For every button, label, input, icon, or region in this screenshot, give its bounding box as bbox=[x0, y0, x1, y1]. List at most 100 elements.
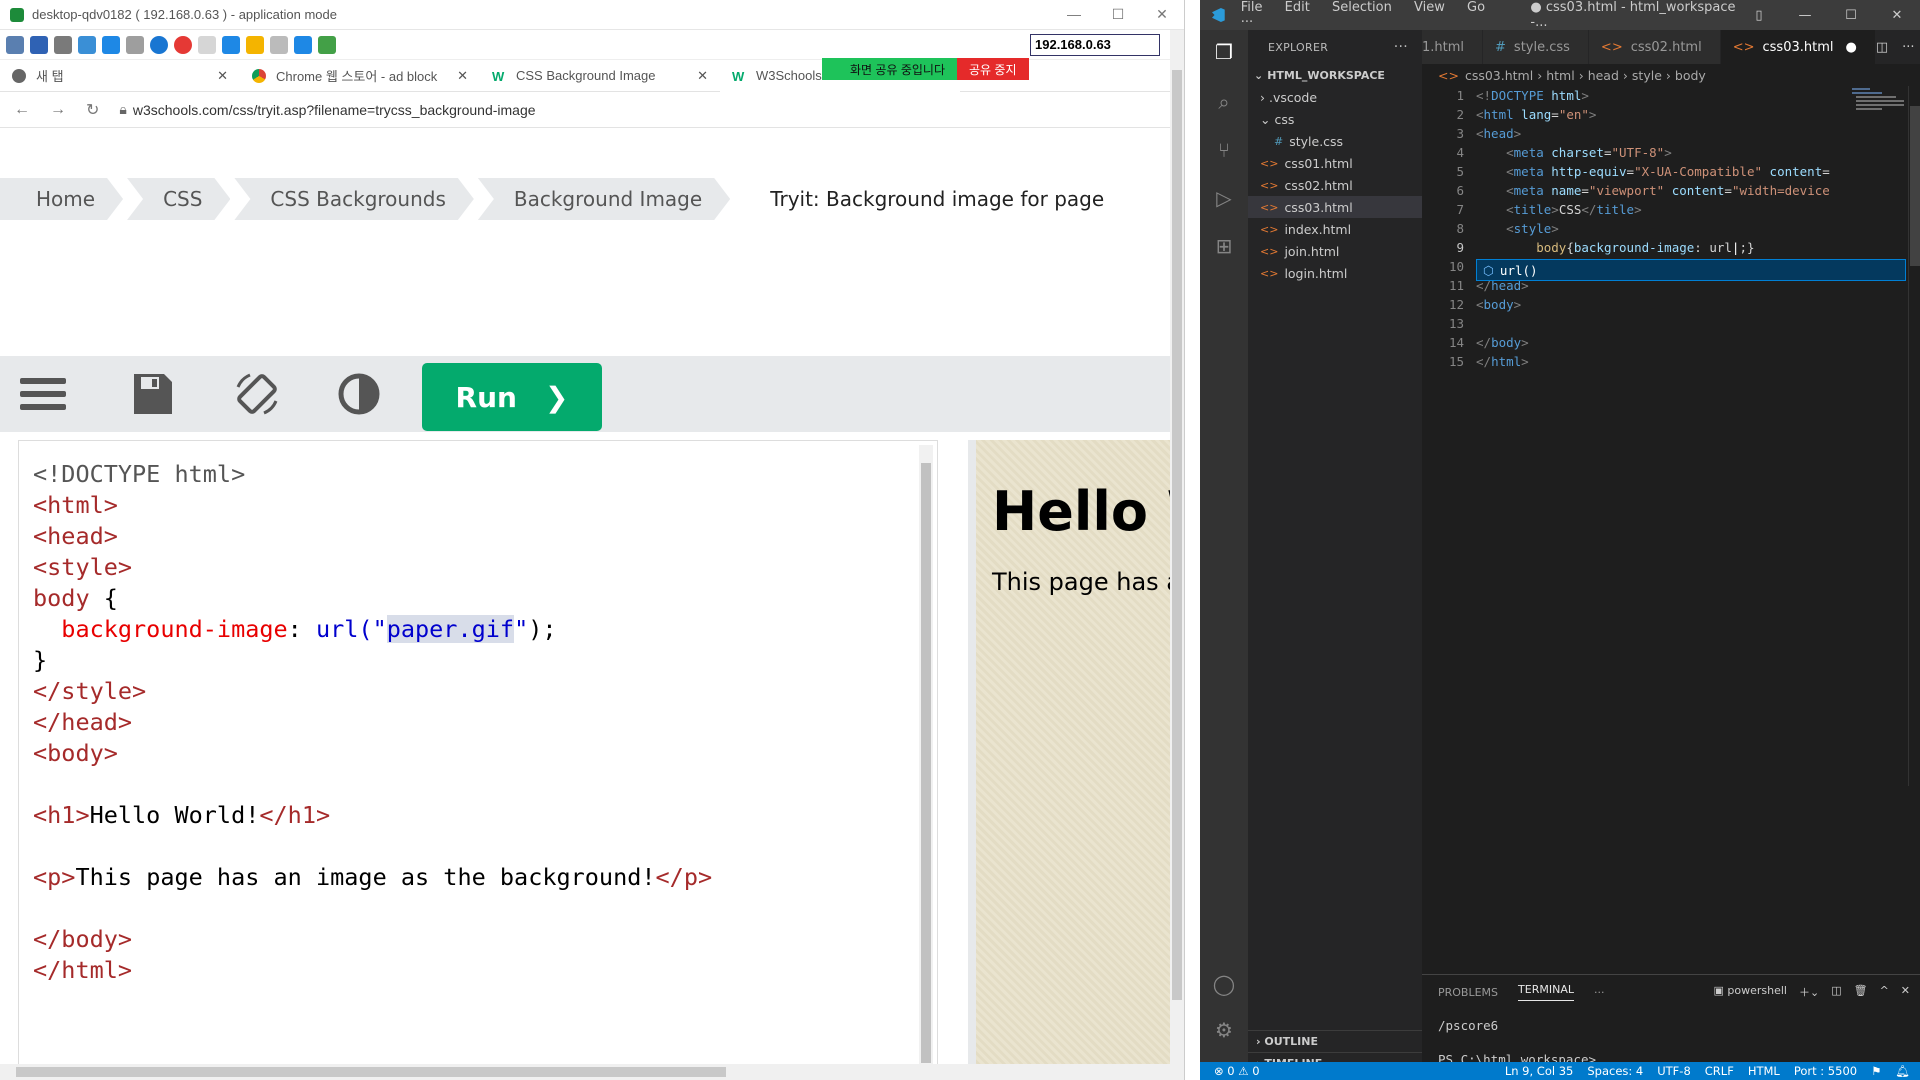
more-icon[interactable]: ··· bbox=[1394, 39, 1408, 55]
tab-terminal[interactable]: TERMINAL bbox=[1518, 983, 1574, 1001]
layout-icon[interactable]: ▯ bbox=[1736, 8, 1782, 23]
tab-css03[interactable]: <> css03.html ● bbox=[1720, 30, 1876, 64]
split-terminal-icon[interactable]: ◫ bbox=[1831, 984, 1841, 1000]
crumb-css-backgrounds[interactable]: CSS Backgrounds bbox=[234, 178, 473, 220]
settings-icon[interactable] bbox=[6, 35, 24, 54]
trash-icon[interactable]: 🗑︎ bbox=[1854, 984, 1868, 1000]
close-icon[interactable]: ✕ bbox=[1901, 984, 1910, 1000]
theme-toggle-icon[interactable] bbox=[336, 372, 382, 416]
tree-item-css03-html[interactable]: <> css03.html bbox=[1248, 196, 1422, 218]
terminal-icon[interactable] bbox=[126, 35, 144, 54]
screen-icon[interactable] bbox=[294, 35, 312, 54]
tab-problems[interactable]: PROBLEMS bbox=[1438, 986, 1498, 999]
breadcrumb-item[interactable]: css03.html bbox=[1465, 68, 1533, 83]
files-icon[interactable]: ❐ bbox=[1212, 40, 1236, 64]
forward-icon[interactable]: → bbox=[50, 101, 66, 119]
stop-share-button[interactable]: 공유 중지 bbox=[957, 58, 1029, 80]
chat-icon[interactable] bbox=[318, 35, 336, 54]
menu-edit[interactable]: Edit bbox=[1285, 0, 1310, 15]
crumb-background-image[interactable]: Background Image bbox=[478, 178, 730, 220]
code-editor[interactable]: <!DOCTYPE html> <html> <head> <style> bo… bbox=[18, 440, 938, 1076]
close-icon[interactable]: ✕ bbox=[1874, 8, 1920, 23]
maximize-icon[interactable]: ☐ bbox=[1828, 8, 1874, 23]
breadcrumb-item[interactable]: head bbox=[1588, 68, 1619, 83]
lock-icon[interactable]: 🔒︎ bbox=[119, 101, 126, 118]
problems-count[interactable]: ⊗ 0 ⚠ 0 bbox=[1200, 1064, 1260, 1078]
tree-item-style-css[interactable]: # style.css bbox=[1248, 130, 1422, 152]
crumb-css[interactable]: CSS bbox=[127, 178, 230, 220]
minimap[interactable] bbox=[1850, 86, 1910, 156]
menu-selection[interactable]: Selection bbox=[1332, 0, 1392, 15]
tab-css02[interactable]: <> css02.html bbox=[1588, 30, 1721, 64]
line-ending[interactable]: CRLF bbox=[1705, 1064, 1734, 1078]
cursor-position[interactable]: Ln 9, Col 35 bbox=[1505, 1064, 1574, 1078]
indentation[interactable]: Spaces: 4 bbox=[1587, 1064, 1643, 1078]
stop-icon[interactable] bbox=[174, 35, 192, 54]
back-icon[interactable]: ← bbox=[14, 101, 30, 119]
monitor-icon[interactable] bbox=[222, 35, 240, 54]
more-icon[interactable]: ··· bbox=[1594, 986, 1605, 999]
account-icon[interactable]: ◯ bbox=[1212, 972, 1236, 996]
tree-item-join-html[interactable]: <> join.html bbox=[1248, 240, 1422, 262]
code-scrollbar[interactable] bbox=[919, 445, 933, 1073]
save-icon[interactable] bbox=[130, 372, 176, 416]
split-editor-icon[interactable]: ◫ bbox=[1876, 40, 1888, 55]
tree-item-css02-html[interactable]: <> css02.html bbox=[1248, 174, 1422, 196]
fullscreen-icon[interactable] bbox=[30, 35, 48, 54]
more-icon[interactable]: ··· bbox=[1902, 40, 1914, 55]
menu-icon[interactable] bbox=[20, 372, 66, 416]
reload-icon[interactable]: ↻ bbox=[86, 100, 99, 120]
terminal-shell-label[interactable]: ▣ powershell bbox=[1713, 984, 1786, 1000]
crumb-home[interactable]: Home bbox=[0, 178, 123, 220]
page-vscroll[interactable] bbox=[1170, 30, 1184, 1064]
run-button[interactable]: Run ❯ bbox=[422, 363, 602, 431]
feedback-icon[interactable]: ⚑ bbox=[1871, 1064, 1881, 1078]
close-icon[interactable]: ✕ bbox=[1140, 6, 1184, 23]
browser-tab-webstore[interactable]: Chrome 웹 스토어 - ad block ✕ bbox=[240, 60, 480, 92]
minimize-icon[interactable]: — bbox=[1782, 8, 1828, 23]
menu-file[interactable]: File bbox=[1241, 0, 1263, 15]
refresh-icon[interactable] bbox=[78, 35, 96, 54]
target-icon[interactable] bbox=[270, 35, 288, 54]
workspace-root[interactable]: ⌄ HTML_WORKSPACE bbox=[1248, 64, 1422, 86]
add-terminal-icon[interactable]: ＋⌄ bbox=[1799, 984, 1819, 1000]
browser-tab-new[interactable]: 새 탭 ✕ bbox=[0, 60, 240, 92]
encoding[interactable]: UTF-8 bbox=[1657, 1064, 1691, 1078]
close-tab-icon[interactable]: ✕ bbox=[217, 68, 228, 84]
folder-icon[interactable] bbox=[246, 35, 264, 54]
close-tab-icon[interactable]: ✕ bbox=[697, 68, 708, 84]
tree-item-index-html[interactable]: <> index.html bbox=[1248, 218, 1422, 240]
live-server-port[interactable]: Port : 5500 bbox=[1794, 1064, 1857, 1078]
page-hscroll[interactable] bbox=[0, 1064, 1184, 1080]
autocomplete-suggestion[interactable]: ⬡ url() bbox=[1476, 259, 1906, 281]
url-field[interactable]: w3schools.com/css/tryit.asp?filename=try… bbox=[133, 102, 536, 118]
close-tab-icon[interactable]: ✕ bbox=[457, 68, 468, 84]
menu-more[interactable]: ··· bbox=[1241, 15, 1253, 30]
maximize-icon[interactable]: ☐ bbox=[1096, 6, 1140, 23]
menu-view[interactable]: View bbox=[1414, 0, 1445, 15]
gear-icon[interactable]: ⚙ bbox=[1212, 1018, 1236, 1042]
breadcrumb-item[interactable]: html bbox=[1546, 68, 1574, 83]
search-icon[interactable]: ⌕ bbox=[1212, 90, 1236, 114]
browser-tab-css-bg[interactable]: W CSS Background Image ✕ bbox=[480, 60, 720, 92]
unsaved-dot-icon[interactable]: ● bbox=[1845, 40, 1856, 55]
editor-scrollbar[interactable] bbox=[1908, 86, 1920, 786]
minimize-icon[interactable]: — bbox=[1052, 6, 1096, 23]
source-control-icon[interactable]: ⑂ bbox=[1212, 138, 1236, 162]
run-debug-icon[interactable]: ▷ bbox=[1212, 186, 1236, 210]
outline-section[interactable]: › OUTLINE bbox=[1248, 1030, 1422, 1052]
tab-style-css[interactable]: # style.css bbox=[1483, 30, 1589, 64]
extensions-icon[interactable]: ⊞ bbox=[1212, 234, 1236, 258]
breadcrumb-item[interactable]: body bbox=[1675, 68, 1706, 83]
rotate-icon[interactable] bbox=[232, 369, 282, 419]
chevron-up-icon[interactable]: ^ bbox=[1880, 984, 1889, 1000]
tree-item-login-html[interactable]: <> login.html bbox=[1248, 262, 1422, 284]
tab-1-html[interactable]: 1.html bbox=[1422, 30, 1484, 64]
tree-item-css[interactable]: ⌄ css bbox=[1248, 108, 1422, 130]
menu-go[interactable]: Go bbox=[1467, 0, 1485, 15]
code-editor[interactable]: 1 <!DOCTYPE html> 2 <html lang="en"> 3 <hea… bbox=[1422, 86, 1920, 806]
tree-item--vscode[interactable]: › .vscode bbox=[1248, 86, 1422, 108]
language-mode[interactable]: HTML bbox=[1748, 1064, 1780, 1078]
tree-item-css01-html[interactable]: <> css01.html bbox=[1248, 152, 1422, 174]
gear-icon[interactable] bbox=[54, 35, 72, 54]
